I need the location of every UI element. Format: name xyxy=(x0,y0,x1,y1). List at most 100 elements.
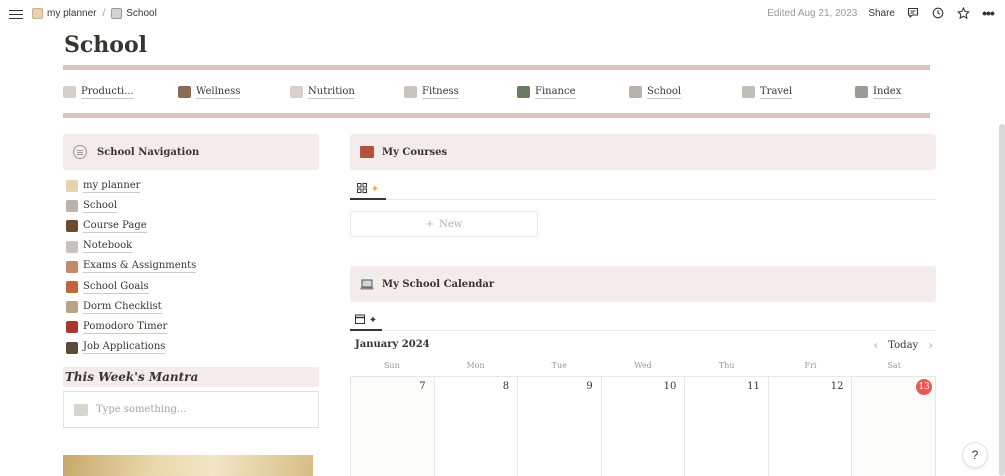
nav-item-label: Fitness xyxy=(422,85,459,99)
nav-item-label: Index xyxy=(873,85,902,99)
chevron-left-icon[interactable]: ‹ xyxy=(873,338,878,352)
calendar-icon xyxy=(354,314,365,327)
today-button[interactable]: Today xyxy=(888,340,918,351)
calendar-weekdays: Sun Mon Tue Wed Thu Fri Sat xyxy=(350,361,936,375)
calendar-day-cell[interactable]: 7 xyxy=(350,377,435,476)
history-icon[interactable] xyxy=(931,6,945,20)
nav-link-label: Course Page xyxy=(83,219,147,233)
new-course-button[interactable]: + New xyxy=(350,211,538,237)
school-icon xyxy=(66,200,78,213)
school-navigation-title: School Navigation xyxy=(97,146,200,158)
dorm-icon xyxy=(66,301,78,314)
breadcrumb-school[interactable]: School xyxy=(111,8,157,19)
sparkle-icon: ✦ xyxy=(368,314,378,326)
nav-link-my-planner[interactable]: my planner xyxy=(66,176,316,196)
nav-item-label: Travel xyxy=(760,85,793,99)
help-button[interactable]: ? xyxy=(963,443,987,467)
day-number: 10 xyxy=(663,381,677,392)
top-actions: Edited Aug 21, 2023 Share ••• xyxy=(767,5,995,21)
nav-item-label: Nutrition xyxy=(308,85,355,99)
school-icon xyxy=(629,86,642,98)
hand-writing-icon xyxy=(74,403,88,416)
nav-link-label: Dorm Checklist xyxy=(83,300,162,314)
nav-item-producti[interactable]: Producti... xyxy=(63,82,178,102)
comments-icon[interactable] xyxy=(906,6,920,20)
calendar-day-cell[interactable]: 12 xyxy=(769,377,853,476)
my-courses-title: My Courses xyxy=(382,146,448,158)
nav-link-label: School xyxy=(83,199,118,213)
more-options-icon[interactable]: ••• xyxy=(981,5,995,21)
mantra-input-box[interactable]: Type something... xyxy=(63,391,319,428)
nav-link-label: Pomodoro Timer xyxy=(83,320,168,334)
school-navigation-callout: School Navigation xyxy=(63,134,319,170)
nav-item-school[interactable]: School xyxy=(629,82,742,102)
calendar-day-cell[interactable]: 8 xyxy=(435,377,519,476)
breadcrumb-label: School xyxy=(126,8,157,19)
gallery-grid-icon xyxy=(356,182,367,196)
index-icon xyxy=(855,86,868,98)
job-icon xyxy=(66,341,78,354)
book-icon xyxy=(360,146,374,158)
nav-item-finance[interactable]: Finance xyxy=(517,82,629,102)
nav-item-label: Finance xyxy=(535,85,576,99)
nav-link-pomodoro-timer[interactable]: Pomodoro Timer xyxy=(66,317,316,337)
finance-icon xyxy=(517,86,530,98)
nav-item-nutrition[interactable]: Nutrition xyxy=(290,82,404,102)
courses-view-tabs: ✦ xyxy=(350,180,936,200)
calendar-grid: 7 8 9 10 11 12 13 xyxy=(350,376,937,476)
nav-link-school[interactable]: School xyxy=(66,196,316,216)
scrollbar[interactable] xyxy=(999,124,1005,476)
laptop-icon xyxy=(360,278,374,290)
weekday-label: Thu xyxy=(718,361,735,370)
nav-link-course-page[interactable]: Course Page xyxy=(66,216,316,236)
nav-link-notebook[interactable]: Notebook xyxy=(66,237,316,257)
nav-link-label: my planner xyxy=(83,179,141,193)
calendar-view-tabs: ✦ xyxy=(350,311,936,331)
new-label: New xyxy=(439,218,463,230)
nav-link-dorm-checklist[interactable]: Dorm Checklist xyxy=(66,297,316,317)
calendar-day-cell[interactable]: 10 xyxy=(602,377,686,476)
nav-item-wellness[interactable]: Wellness xyxy=(178,82,290,102)
nav-item-index[interactable]: Index xyxy=(855,82,930,102)
breadcrumb: my planner / School xyxy=(32,8,157,19)
goal-icon xyxy=(66,281,78,294)
sidebar-menu-icon[interactable] xyxy=(9,7,23,21)
nav-link-job-applications[interactable]: Job Applications xyxy=(66,338,316,358)
chevron-right-icon[interactable]: › xyxy=(928,338,933,352)
mantra-title: This Week's Mantra xyxy=(65,370,199,384)
planner-icon xyxy=(32,8,43,19)
plus-icon: + xyxy=(425,218,435,230)
nav-link-exams-assignments[interactable]: Exams & Assignments xyxy=(66,257,316,277)
nav-link-label: School Goals xyxy=(83,280,149,294)
nav-item-fitness[interactable]: Fitness xyxy=(404,82,517,102)
day-number: 9 xyxy=(586,381,593,392)
gallery-view-tab[interactable]: ✦ xyxy=(350,180,386,200)
share-button[interactable]: Share xyxy=(868,8,895,19)
my-school-calendar-heading: My School Calendar xyxy=(350,266,936,302)
breadcrumb-label: my planner xyxy=(47,8,97,19)
calendar-day-cell[interactable]: 11 xyxy=(685,377,769,476)
breadcrumb-my-planner[interactable]: my planner xyxy=(32,8,96,19)
weekday-label: Wed xyxy=(634,361,652,370)
weekday-label: Sat xyxy=(887,361,901,370)
nav-link-label: Notebook xyxy=(83,240,133,254)
wellness-icon xyxy=(178,86,191,98)
page-title: School xyxy=(64,32,147,58)
travel-icon xyxy=(742,86,755,98)
my-school-calendar-title: My School Calendar xyxy=(382,278,495,290)
calendar-day-cell[interactable]: 13 xyxy=(852,377,937,476)
divider-bar-top xyxy=(63,65,930,70)
nav-item-label: Producti... xyxy=(81,85,134,99)
mantra-placeholder[interactable]: Type something... xyxy=(96,404,186,415)
mantra-heading: This Week's Mantra xyxy=(63,367,319,387)
favorite-star-icon[interactable] xyxy=(956,6,970,20)
calendar-day-cell[interactable]: 9 xyxy=(518,377,602,476)
calendar-view-tab[interactable]: ✦ xyxy=(350,311,382,331)
sparkle-icon: ✦ xyxy=(370,183,380,195)
planner-icon xyxy=(66,180,78,193)
nav-item-travel[interactable]: Travel xyxy=(742,82,855,102)
nav-item-label: School xyxy=(647,85,682,99)
day-number: 7 xyxy=(419,381,426,392)
nav-link-school-goals[interactable]: School Goals xyxy=(66,277,316,297)
top-bar: my planner / School Edited Aug 21, 2023 … xyxy=(0,0,1005,30)
